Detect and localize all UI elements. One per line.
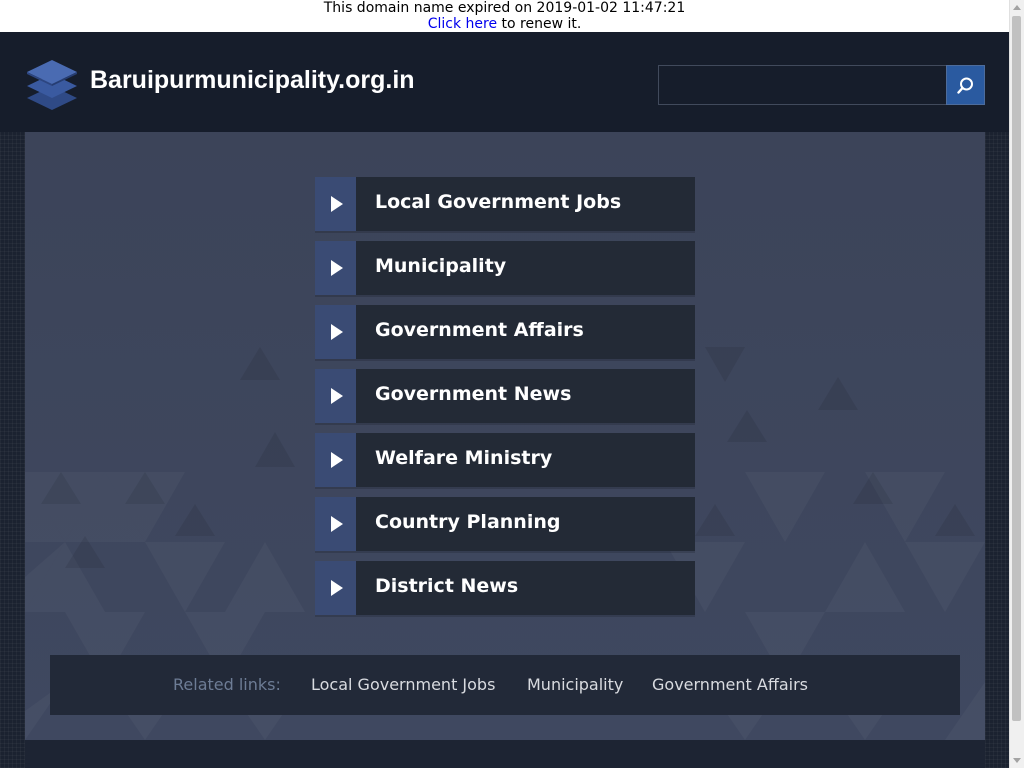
- menu-item-label: Welfare Ministry: [375, 447, 553, 469]
- play-arrow-icon: [315, 433, 356, 487]
- related-link-municipality[interactable]: Municipality: [527, 655, 623, 715]
- vertical-scrollbar[interactable]: [1009, 0, 1024, 768]
- renew-text: to renew it.: [497, 16, 582, 32]
- play-arrow-icon: [315, 305, 356, 359]
- menu-item-welfare-ministry[interactable]: Welfare Ministry: [315, 433, 695, 487]
- play-arrow-icon: [315, 369, 356, 423]
- scroll-up-arrow-icon[interactable]: [1013, 5, 1021, 10]
- scrollbar-thumb[interactable]: [1012, 16, 1021, 721]
- menu-item-label: Municipality: [375, 255, 507, 277]
- stacked-layers-icon[interactable]: [25, 52, 79, 112]
- menu-item-label: District News: [375, 575, 519, 597]
- search-button[interactable]: [946, 65, 985, 105]
- menu-item-municipality[interactable]: Municipality: [315, 241, 695, 295]
- menu-item-country-planning[interactable]: Country Planning: [315, 497, 695, 551]
- play-arrow-icon: [315, 497, 356, 551]
- footer-strip: [25, 740, 985, 768]
- renew-line: Click here to renew it.: [0, 16, 1009, 32]
- scroll-down-arrow-icon[interactable]: [1013, 758, 1021, 763]
- related-link-local-government-jobs[interactable]: Local Government Jobs: [311, 655, 495, 715]
- domain-expired-notice: This domain name expired on 2019-01-02 1…: [0, 0, 1009, 32]
- right-pattern-margin: [985, 132, 1009, 768]
- menu-item-local-government-jobs[interactable]: Local Government Jobs: [315, 177, 695, 231]
- related-link-government-affairs[interactable]: Government Affairs: [652, 655, 808, 715]
- menu-item-label: Government News: [375, 383, 572, 405]
- renew-link[interactable]: Click here: [428, 16, 497, 32]
- related-links-bar: Related links: Local Government Jobs Mun…: [50, 655, 960, 715]
- menu-item-government-affairs[interactable]: Government Affairs: [315, 305, 695, 359]
- play-arrow-icon: [315, 241, 356, 295]
- site-header: Baruipurmunicipality.org.in: [0, 32, 1009, 132]
- search-icon: [957, 77, 973, 94]
- left-pattern-margin: [0, 132, 25, 768]
- menu-item-label: Country Planning: [375, 511, 561, 533]
- related-links-label: Related links:: [173, 675, 281, 694]
- menu-item-government-news[interactable]: Government News: [315, 369, 695, 423]
- main-content: Local Government Jobs Municipality Gover…: [25, 132, 985, 740]
- site-title[interactable]: Baruipurmunicipality.org.in: [90, 66, 415, 95]
- menu-item-label: Government Affairs: [375, 319, 584, 341]
- expired-message: This domain name expired on 2019-01-02 1…: [323, 0, 686, 16]
- menu-item-district-news[interactable]: District News: [315, 561, 695, 615]
- play-arrow-icon: [315, 561, 356, 615]
- search-input[interactable]: [658, 65, 947, 105]
- menu-item-label: Local Government Jobs: [375, 191, 622, 213]
- play-arrow-icon: [315, 177, 356, 231]
